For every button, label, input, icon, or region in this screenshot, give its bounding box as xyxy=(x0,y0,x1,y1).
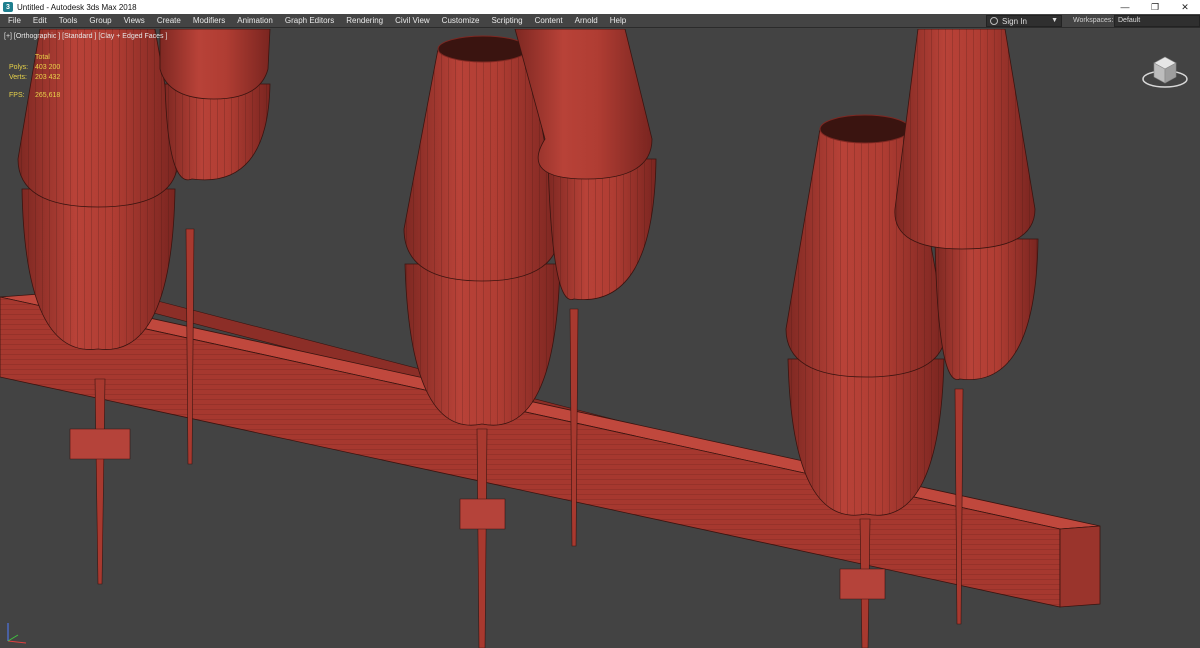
stats-verts: Verts: 203 432 xyxy=(9,73,60,83)
menu-modifiers[interactable]: Modifiers xyxy=(187,14,231,28)
menu-bar: File Edit Tools Group Views Create Modif… xyxy=(0,14,1200,28)
stats-fps: FPS: 265,618 xyxy=(9,91,60,101)
sign-in-label: Sign In xyxy=(1002,16,1027,26)
menu-customize[interactable]: Customize xyxy=(436,14,486,28)
minimize-icon: — xyxy=(1120,2,1130,12)
menu-edit[interactable]: Edit xyxy=(27,14,53,28)
menu-create[interactable]: Create xyxy=(151,14,187,28)
polys-value: 403 200 xyxy=(35,64,61,71)
menu-content[interactable]: Content xyxy=(529,14,569,28)
restore-icon: ❐ xyxy=(1150,1,1160,12)
close-icon: ✕ xyxy=(1181,1,1189,12)
menu-animation[interactable]: Animation xyxy=(231,14,279,28)
lamp-center-front xyxy=(403,35,561,648)
statistics-overlay: Total Polys: 403 200 Verts: 203 432 FPS:… xyxy=(9,53,60,101)
minimize-button[interactable]: — xyxy=(1110,0,1140,14)
stats-polys: Polys: 403 200 xyxy=(9,63,60,73)
title-bar: 3 Untitled - Autodesk 3ds Max 2018 — ❐ ✕ xyxy=(0,0,1200,14)
fps-value: 265,618 xyxy=(35,92,61,99)
app-logo-icon: 3 xyxy=(3,2,13,12)
scene-render xyxy=(0,29,1101,648)
stats-header: Total xyxy=(35,54,50,61)
restore-button[interactable]: ❐ xyxy=(1140,0,1170,14)
menu-file[interactable]: File xyxy=(0,14,27,28)
menu-scripting[interactable]: Scripting xyxy=(485,14,528,28)
menu-rendering[interactable]: Rendering xyxy=(340,14,389,28)
lamp-left-front xyxy=(17,29,179,585)
sign-in-dropdown[interactable]: Sign In ▼ xyxy=(986,15,1062,27)
fps-label: FPS: xyxy=(9,92,25,99)
menu-tools[interactable]: Tools xyxy=(53,14,84,28)
verts-value: 203 432 xyxy=(35,74,61,81)
workspaces-label: Workspaces: xyxy=(1073,17,1114,24)
viewport-label[interactable]: [+] [Orthographic ] [Standard ] [Clay + … xyxy=(4,33,167,40)
verts-label: Verts: xyxy=(9,74,27,81)
workspaces-select[interactable]: Default xyxy=(1114,15,1200,27)
menu-help[interactable]: Help xyxy=(604,14,632,28)
user-icon xyxy=(990,17,998,25)
window-title: Untitled - Autodesk 3ds Max 2018 xyxy=(17,2,137,12)
polys-label: Polys: xyxy=(9,64,29,71)
menu-graph-editors[interactable]: Graph Editors xyxy=(279,14,340,28)
window-controls: — ❐ ✕ xyxy=(1110,0,1200,14)
menu-group[interactable]: Group xyxy=(83,14,117,28)
perspective-viewport[interactable]: [+] [Orthographic ] [Standard ] [Clay + … xyxy=(0,29,1200,648)
close-button[interactable]: ✕ xyxy=(1170,0,1200,14)
axis-tripod-icon xyxy=(7,623,27,644)
caret-down-icon: ▼ xyxy=(1051,17,1058,24)
menu-views[interactable]: Views xyxy=(118,14,151,28)
menu-arnold[interactable]: Arnold xyxy=(569,14,604,28)
menu-civil-view[interactable]: Civil View xyxy=(389,14,436,28)
viewcube-icon[interactable] xyxy=(1140,49,1190,91)
